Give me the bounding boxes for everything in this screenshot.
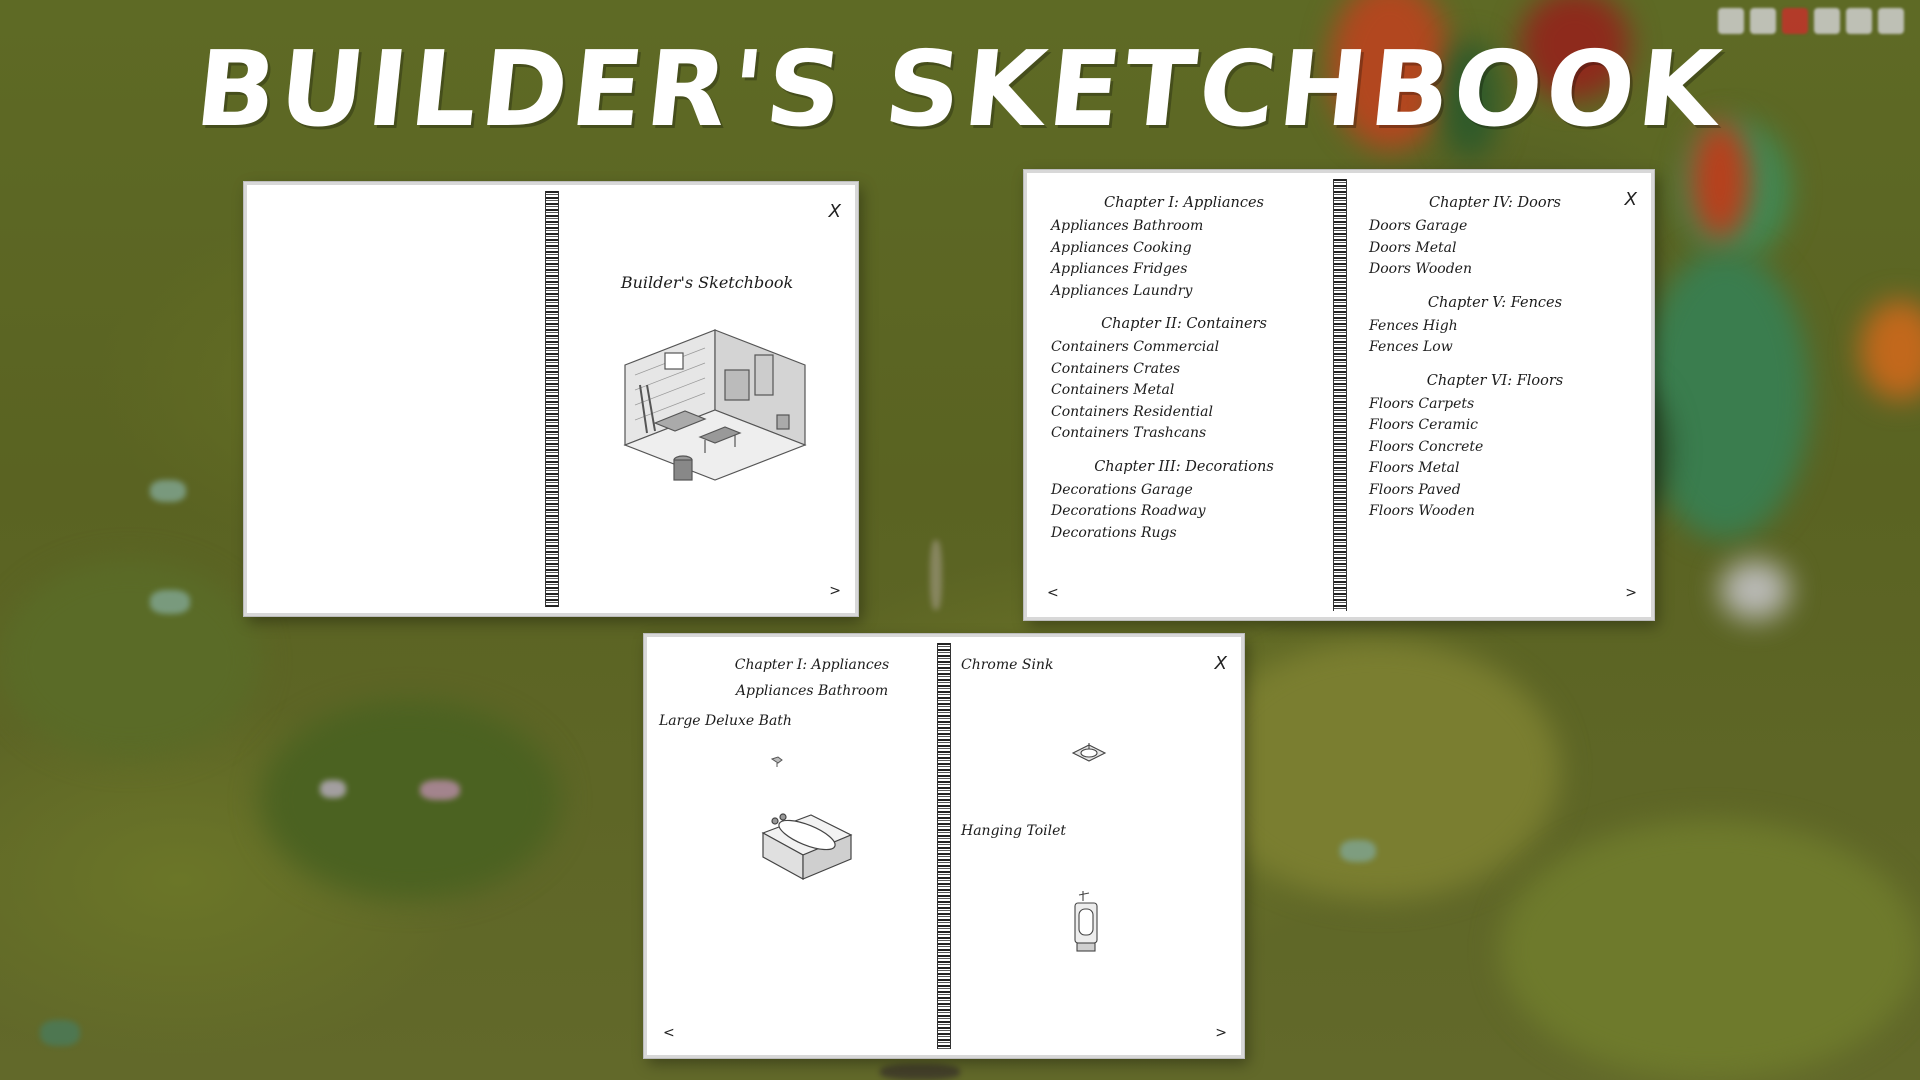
left-page: Chapter I: Appliances Appliances Bathroo… — [1027, 173, 1333, 617]
chapter-title: Chapter III: Decorations — [1094, 458, 1274, 475]
right-page: X Chrome Sink Hanging Toilet > — [951, 637, 1241, 1055]
prev-page-button[interactable]: < — [1047, 585, 1059, 601]
chapter-title: Chapter I: Appliances — [1104, 195, 1264, 211]
next-page-button[interactable]: > — [829, 583, 841, 599]
toc-item[interactable]: Floors Wooden — [1369, 501, 1621, 523]
toilet-icon[interactable] — [1069, 889, 1105, 953]
close-button[interactable]: X — [1625, 189, 1637, 210]
next-page-button[interactable]: > — [1215, 1025, 1227, 1041]
toc-item[interactable]: Fences Low — [1369, 337, 1621, 359]
toc-item[interactable]: Containers Metal — [1051, 380, 1317, 402]
right-page: X Builder's Sketchbook > — [559, 185, 855, 613]
toc-item[interactable]: Appliances Fridges — [1051, 259, 1317, 281]
toc-item[interactable]: Doors Garage — [1369, 216, 1621, 238]
toc-item[interactable]: Floors Metal — [1369, 458, 1621, 480]
prev-page-button[interactable]: < — [663, 1025, 675, 1041]
chapter-title: Chapter VI: Floors — [1426, 372, 1564, 389]
sketchbook-contents: Chapter I: Appliances Appliances Bathroo… — [1024, 170, 1654, 620]
toc-item[interactable]: Doors Wooden — [1369, 259, 1621, 281]
right-page: X Chapter IV: Doors Doors Garage Doors M… — [1347, 173, 1651, 617]
toc-item[interactable]: Containers Residential — [1051, 402, 1317, 424]
item-label: Chrome Sink — [961, 657, 1054, 673]
close-button[interactable]: X — [829, 201, 841, 222]
toc-item[interactable]: Fences High — [1369, 316, 1621, 338]
toc-item[interactable]: Containers Commercial — [1051, 337, 1317, 359]
chapter-2: Chapter II: Containers Containers Commer… — [1051, 316, 1317, 445]
toc-item[interactable]: Floors Ceramic — [1369, 415, 1621, 437]
toc-item[interactable]: Appliances Cooking — [1051, 238, 1317, 260]
chapter-1: Chapter I: Appliances Appliances Bathroo… — [1051, 195, 1317, 302]
page-title: BUILDER'S SKETCHBOOK — [190, 28, 1730, 150]
chapter-5: Chapter V: Fences Fences High Fences Low — [1369, 295, 1621, 359]
item-label: Large Deluxe Bath — [659, 713, 792, 729]
chapter-4: Chapter IV: Doors Doors Garage Doors Met… — [1369, 195, 1621, 281]
toc-item[interactable]: Floors Carpets — [1369, 394, 1621, 416]
section-title: Appliances Bathroom — [735, 683, 889, 699]
toc-item[interactable]: Containers Trashcans — [1051, 423, 1317, 445]
item-label: Hanging Toilet — [961, 823, 1066, 839]
bathtub-icon[interactable] — [759, 807, 855, 883]
sketchbook-cover: X Builder's Sketchbook > — [244, 182, 858, 616]
toc-item[interactable]: Containers Crates — [1051, 359, 1317, 381]
sketchbook-detail: Chapter I: Appliances Appliances Bathroo… — [644, 634, 1244, 1058]
chapter-title: Chapter IV: Doors — [1428, 195, 1561, 211]
left-page — [247, 185, 545, 613]
close-button[interactable]: X — [1215, 653, 1227, 674]
chapter-3: Chapter III: Decorations Decorations Gar… — [1051, 459, 1317, 545]
toc-item[interactable]: Doors Metal — [1369, 238, 1621, 260]
room-sketch-illustration — [623, 329, 807, 481]
toc-item[interactable]: Decorations Garage — [1051, 480, 1317, 502]
chapter-title: Chapter II: Containers — [1101, 316, 1267, 332]
spiral-binding — [937, 643, 951, 1049]
cover-title: Builder's Sketchbook — [620, 273, 794, 292]
chapter-title: Chapter I: Appliances — [734, 657, 890, 673]
chapter-6: Chapter VI: Floors Floors Carpets Floors… — [1369, 373, 1621, 523]
chapter-title: Chapter V: Fences — [1427, 294, 1563, 311]
toc-item[interactable]: Floors Concrete — [1369, 437, 1621, 459]
toc-item[interactable]: Appliances Laundry — [1051, 281, 1317, 303]
toc-item[interactable]: Appliances Bathroom — [1051, 216, 1317, 238]
faucet-icon — [770, 756, 783, 767]
toc-item[interactable]: Decorations Rugs — [1051, 523, 1317, 545]
next-page-button[interactable]: > — [1625, 585, 1637, 601]
sink-icon[interactable] — [1069, 737, 1109, 769]
toc-item[interactable]: Decorations Roadway — [1051, 501, 1317, 523]
spiral-binding — [1333, 179, 1347, 611]
toc-item[interactable]: Floors Paved — [1369, 480, 1621, 502]
left-page: Chapter I: Appliances Appliances Bathroo… — [647, 637, 937, 1055]
spiral-binding — [545, 191, 559, 607]
